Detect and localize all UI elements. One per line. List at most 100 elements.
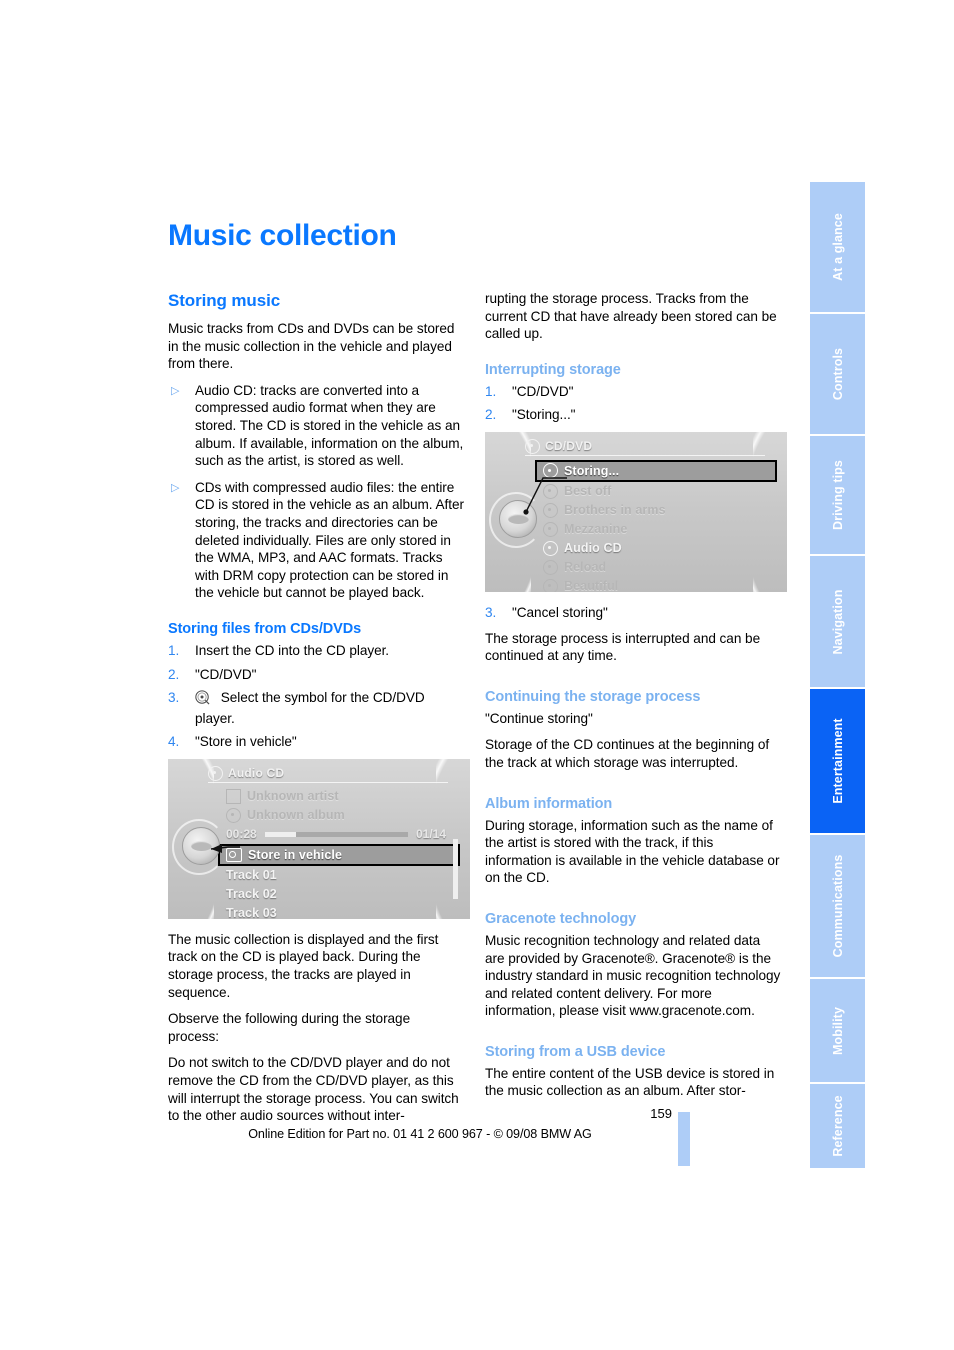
gracenote-body: Music recognition technology and related… xyxy=(485,932,781,1019)
subsection-heading-continuing: Continuing the storage process xyxy=(485,688,701,705)
cd-icon xyxy=(543,540,558,556)
paragraph-after-cancel: The storage process is interrupted and c… xyxy=(485,630,761,664)
menu-item-storing[interactable]: Storing... xyxy=(535,459,777,482)
page-title: Music collection xyxy=(168,219,397,252)
screen-scrollbar[interactable] xyxy=(453,838,458,899)
list-item: ▷ CDs with compressed audio files: the e… xyxy=(168,479,464,602)
list-item: 4. "Store in vehicle" xyxy=(168,733,464,751)
menu-item-album[interactable]: Best off xyxy=(543,482,763,501)
sidebar-item-at-a-glance[interactable]: At a glance xyxy=(810,182,865,314)
tab-label: Communications xyxy=(830,854,845,958)
menu-item-label: Store in vehicle xyxy=(248,847,342,862)
bullet-list: ▷ Audio CD: tracks are converted into a … xyxy=(168,382,464,602)
sidebar-item-navigation[interactable]: Navigation xyxy=(810,556,865,689)
subsection-heading-interrupting-storage: Interrupting storage xyxy=(485,361,621,378)
sidebar-item-driving-tips[interactable]: Driving tips xyxy=(810,436,865,556)
menu-item-label: Track 03 xyxy=(226,906,277,919)
cd-icon xyxy=(543,559,558,575)
list-item: 1. "CD/DVD" xyxy=(485,383,781,401)
screen-header-cd-dvd: CD/DVD xyxy=(525,438,765,456)
list-item-label: CDs with compressed audio files: the ent… xyxy=(195,479,464,601)
menu-item-track[interactable]: Track 01 xyxy=(226,866,446,885)
step-label: "Storing..." xyxy=(512,407,576,423)
menu-item-label: Brothers in arms xyxy=(564,503,666,518)
intro-paragraph: Music tracks from CDs and DVDs can be st… xyxy=(168,321,455,372)
sidebar-item-entertainment[interactable]: Entertainment xyxy=(810,689,865,835)
continue-storing-command: "Continue storing" xyxy=(485,710,593,726)
subsection-heading-album-information: Album information xyxy=(485,795,613,812)
cd-icon xyxy=(525,438,540,454)
screen-header-label: CD/DVD xyxy=(545,439,593,454)
step-label: "CD/DVD" xyxy=(195,666,257,682)
artist-row: Unknown artist xyxy=(226,787,446,806)
sidebar-item-mobility[interactable]: Mobility xyxy=(810,979,865,1084)
list-item-label: Audio CD: tracks are converted into a co… xyxy=(195,382,464,469)
cd-icon xyxy=(543,578,558,592)
sidebar-item-reference[interactable]: Reference xyxy=(810,1084,865,1168)
tab-label: Reference xyxy=(830,1095,845,1157)
menu-item-label: Beautiful xyxy=(564,579,619,592)
menu-item-album[interactable]: Brothers in arms xyxy=(543,501,763,520)
left-column: Storing music Music tracks from CDs and … xyxy=(168,290,470,1134)
section-heading-storing-music: Storing music xyxy=(168,291,281,310)
menu-item-track[interactable]: Track 02 xyxy=(226,885,446,904)
cd-icon xyxy=(543,521,558,537)
list-item: 2. "CD/DVD" xyxy=(168,666,464,684)
playback-progress-row: 00:28 01/14 xyxy=(226,825,446,844)
tab-label: Entertainment xyxy=(830,718,845,804)
step-label: Select the symbol for the CD/DVD player. xyxy=(195,690,425,726)
subsection-heading-usb: Storing from a USB device xyxy=(485,1043,666,1060)
cd-icon xyxy=(208,765,223,781)
tab-label: Mobility xyxy=(830,1006,845,1055)
screen-header-label: Audio CD xyxy=(228,766,285,781)
step-number: 3. xyxy=(485,604,497,620)
triangle-bullet-icon: ▷ xyxy=(171,384,180,397)
step-number: 1. xyxy=(168,642,180,658)
menu-item-track[interactable]: Track 03 xyxy=(226,904,446,919)
menu-item-label: Reload xyxy=(564,560,607,575)
screen-list-audio-cd: Unknown artist Unknown album 00:28 01/14… xyxy=(218,787,460,919)
album-row: Unknown album xyxy=(226,806,446,825)
screen-header-audio-cd: Audio CD xyxy=(208,765,448,783)
tab-label: Controls xyxy=(830,347,845,401)
footer-text: Online Edition for Part no. 01 41 2 600 … xyxy=(248,1127,592,1141)
artist-label: Unknown artist xyxy=(247,789,339,804)
callout-pointer xyxy=(210,843,240,853)
list-item: 3. "Cancel storing" xyxy=(485,604,781,622)
step-number: 3. xyxy=(168,690,180,706)
triangle-bullet-icon: ▷ xyxy=(171,481,180,494)
menu-item-label: Track 01 xyxy=(226,868,277,883)
continuing-body: Storage of the CD continues at the begin… xyxy=(485,737,770,770)
right-column: rupting the storage process. Tracks from… xyxy=(485,290,787,1109)
paragraph-after-image-1: The music collection is displayed and th… xyxy=(168,931,439,1000)
screen-list-cd-dvd: Storing... Best off Brothers in arms Mez… xyxy=(535,459,777,592)
menu-item-album[interactable]: Mezzanine xyxy=(543,520,763,539)
menu-item-album[interactable]: Beautiful xyxy=(543,577,763,592)
tab-label: Navigation xyxy=(830,589,845,654)
callout-pointer xyxy=(523,477,567,515)
step-label: "Cancel storing" xyxy=(512,604,608,620)
paragraph-after-image-2: Observe the following during the storage… xyxy=(168,1011,411,1044)
menu-item-label: Storing... xyxy=(564,463,620,478)
usb-body: The entire content of the USB device is … xyxy=(485,1065,775,1099)
menu-item-audio-cd[interactable]: Audio CD xyxy=(543,539,763,558)
album-information-body: During storage, information such as the … xyxy=(485,817,780,886)
step-label: Insert the CD into the CD player. xyxy=(195,642,390,658)
chapter-tab-rail: At a glance Controls Driving tips Naviga… xyxy=(810,182,865,1168)
progress-bar xyxy=(264,831,408,837)
steps-list-interrupting: 1. "CD/DVD" 2. "Storing..." xyxy=(485,383,781,424)
cd-disc-icon xyxy=(195,690,210,710)
sidebar-item-communications[interactable]: Communications xyxy=(810,835,865,979)
continuation-paragraph: rupting the storage process. Tracks from… xyxy=(485,291,777,342)
step-number: 2. xyxy=(168,666,180,682)
sidebar-item-controls[interactable]: Controls xyxy=(810,314,865,436)
menu-item-album[interactable]: Reload xyxy=(543,558,763,577)
steps-list-interrupting-cont: 3. "Cancel storing" xyxy=(485,604,781,622)
list-item: 3. Select the symbol for the CD/DVD play… xyxy=(168,689,464,727)
menu-item-store-in-vehicle[interactable]: Store in vehicle xyxy=(218,843,460,866)
cd-icon xyxy=(226,807,241,823)
screenshot-cd-dvd: CD/DVD Storing... Best off Brothers in a… xyxy=(485,431,787,592)
manual-page: Music collection Storing music Music tra… xyxy=(0,0,954,1350)
screenshot-audio-cd: Audio CD Unknown artist Unknown album 00… xyxy=(168,758,470,919)
album-label: Unknown album xyxy=(247,808,345,823)
